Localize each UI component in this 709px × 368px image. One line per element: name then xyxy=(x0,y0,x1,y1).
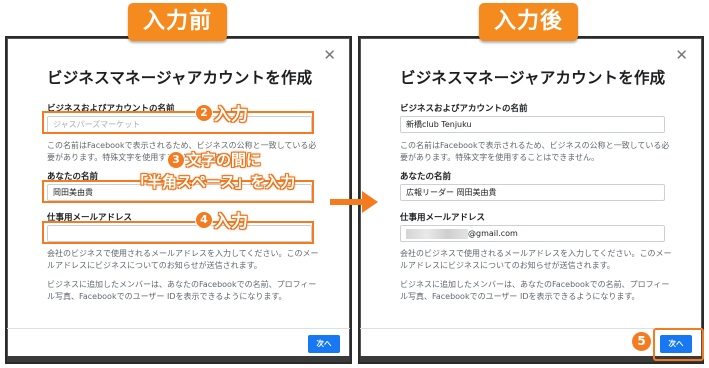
business-name-input[interactable]: 新橋club Tenjuku xyxy=(400,116,665,133)
your-name-label: あなたの名前 xyxy=(400,172,452,182)
callout-step-3: 3 文字の間に xyxy=(168,149,261,170)
email-domain: @gmail.com xyxy=(468,229,518,238)
dialog-title: ビジネスマネージャアカウントを作成 xyxy=(47,69,313,87)
work-email-label: 仕事用メールアドレス xyxy=(400,213,486,223)
footer-divider xyxy=(7,328,350,329)
business-name-label: ビジネスおよびアカウントの名前 xyxy=(400,104,528,114)
bottom-strip xyxy=(360,356,702,362)
next-button[interactable]: 次へ xyxy=(308,335,340,353)
step-3-badge: 3 xyxy=(168,151,184,168)
banner-before: 入力前 xyxy=(128,3,227,41)
your-name-input[interactable]: 広報リーダー 岡田美由貴 xyxy=(400,184,665,201)
dialog-title: ビジネスマネージャアカウントを作成 xyxy=(400,69,666,87)
work-email-help: 会社のビジネスで使用されるメールアドレスを入力してください。このメールアドレスに… xyxy=(47,249,319,270)
arrow-right-icon xyxy=(330,191,378,213)
footer-divider xyxy=(360,328,702,329)
callout-step-2: 2 入力 xyxy=(196,100,248,125)
members-help: ビジネスに追加したメンバーは、あなたのFacebookでの名前、プロフィール写真… xyxy=(400,280,670,301)
members-help: ビジネスに追加したメンバーは、あなたのFacebookでの名前、プロフィール写真… xyxy=(47,280,317,301)
callout-step-4: 4 入力 xyxy=(196,207,248,232)
blurred-email-user xyxy=(406,228,468,239)
banner-after: 入力後 xyxy=(479,3,578,41)
callout-step-3-line2: 「半角スペース」を入力 xyxy=(132,173,296,191)
step-4-badge: 4 xyxy=(196,211,212,228)
highlight-next-button xyxy=(653,328,704,361)
highlight-email-input xyxy=(42,221,314,244)
close-icon[interactable]: ✕ xyxy=(675,48,688,63)
bottom-strip xyxy=(7,356,350,362)
step-5-badge: 5 xyxy=(632,332,651,351)
work-email-help: 会社のビジネスで使用されるメールアドレスを入力してください。このメールアドレスに… xyxy=(400,249,672,270)
work-email-input[interactable]: @gmail.com xyxy=(400,225,665,242)
dialog-after: ✕ ビジネスマネージャアカウントを作成 ビジネスおよびアカウントの名前 新橋cl… xyxy=(358,36,704,364)
highlight-business-input xyxy=(42,111,314,134)
step-2-badge: 2 xyxy=(196,104,212,121)
close-icon[interactable]: ✕ xyxy=(323,48,336,63)
business-name-help: この名前はFacebookで表示されるため、ビジネスの公称と一致している必要があ… xyxy=(400,141,670,162)
